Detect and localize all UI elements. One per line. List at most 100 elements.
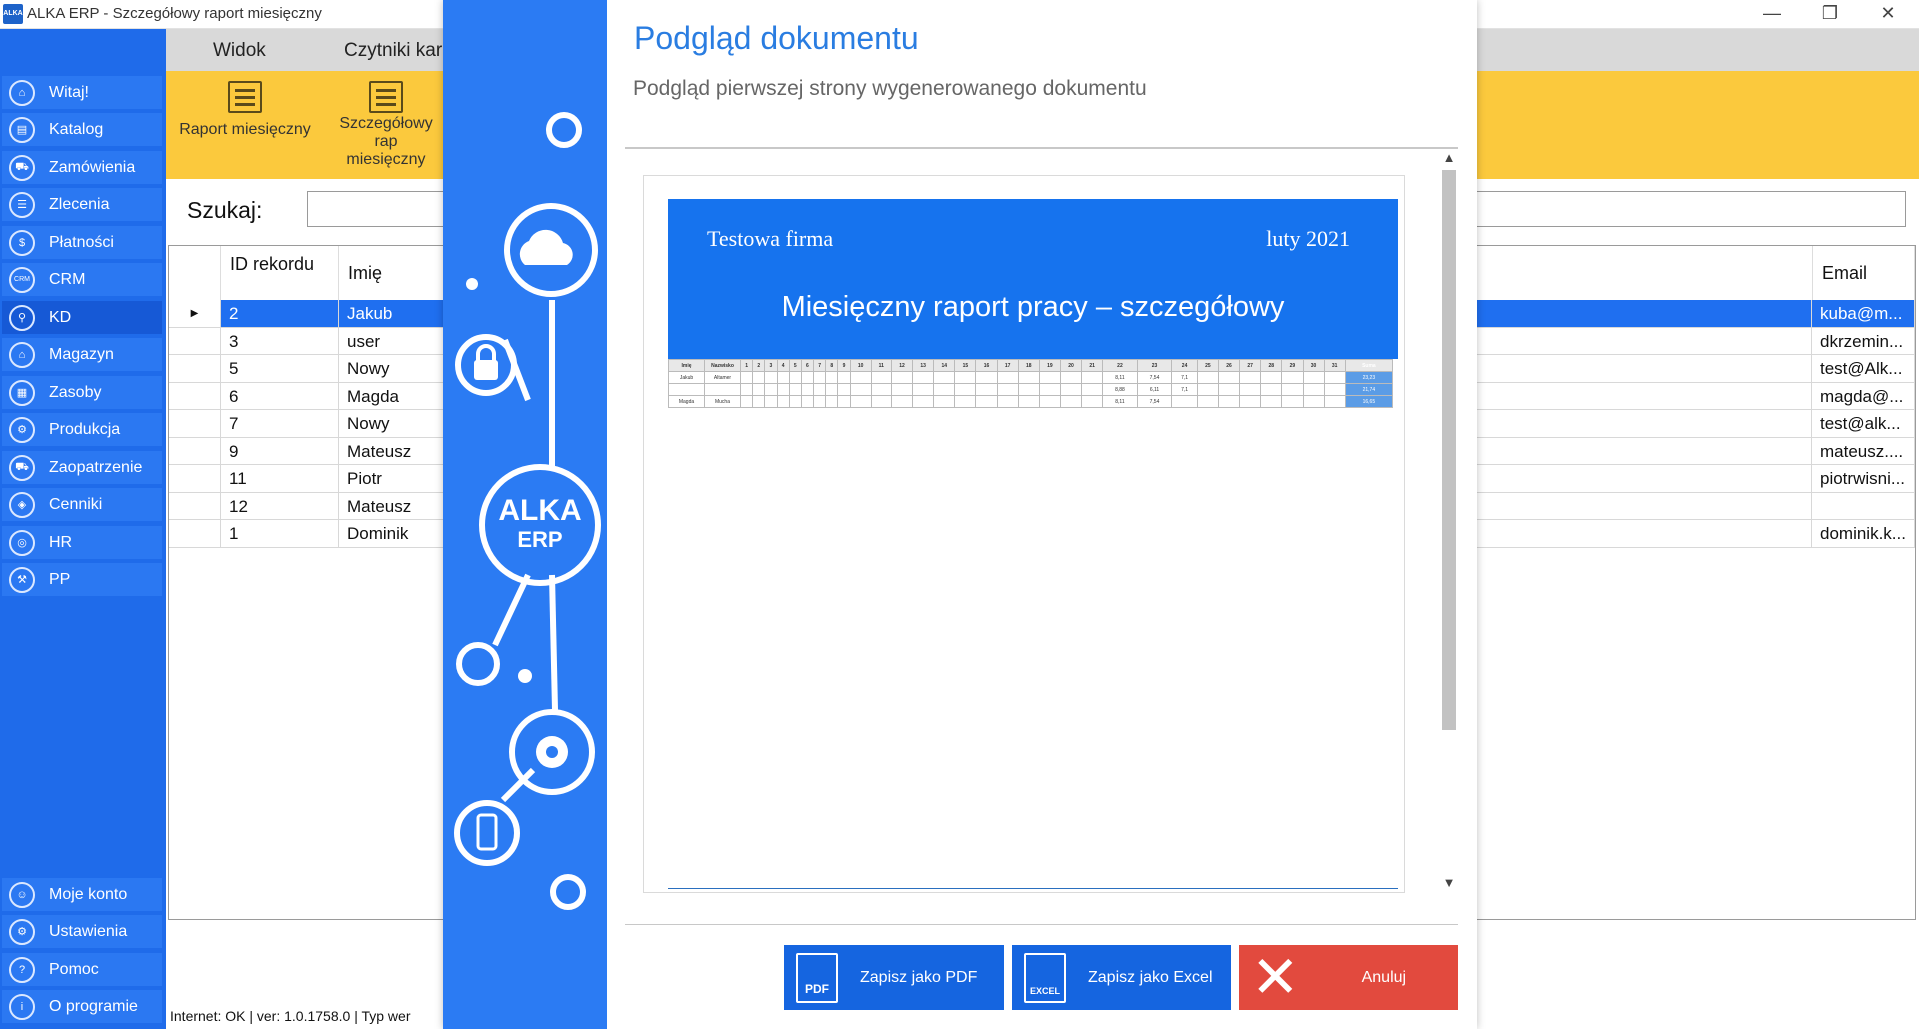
document-table-cell [975,395,998,408]
cell-email[interactable]: dominik.k... [1812,520,1915,547]
sidebar-item-katalog[interactable]: ▤ Katalog [2,113,162,146]
cell-email[interactable]: test@alk... [1812,410,1915,437]
sidebar-item-zasoby[interactable]: ▦ Zasoby [2,376,162,409]
sidebar-item-crm[interactable]: CRM CRM [2,263,162,296]
cell-id[interactable]: 5 [221,355,339,382]
tab-widok[interactable]: Widok [213,40,266,62]
sidebar-item-platnosci[interactable]: $ Płatności [2,226,162,259]
cell-id[interactable]: 11 [221,465,339,492]
cell-id[interactable]: 2 [221,300,339,327]
close-button[interactable]: ✕ [1859,0,1917,29]
document-table-cell: 8,88 [1102,383,1138,396]
sidebar-item-kd[interactable]: ⚲ KD [2,301,162,334]
sidebar-item-zlecenia[interactable]: ☰ Zlecenia [2,188,162,221]
document-company: Testowa firma [707,226,834,251]
cell-email[interactable]: mateusz.... [1812,437,1915,464]
sidebar-item-label: HR [49,533,73,551]
column-header-id[interactable]: ID rekordu [221,246,339,300]
tab-czytniki-kart[interactable]: Czytniki kar [344,40,442,62]
document-table-cell [776,383,790,396]
minimize-button[interactable]: — [1743,0,1801,29]
document-table-cell [788,395,802,408]
column-header-name[interactable]: Imię [339,246,459,300]
document-table-cell [739,395,754,408]
cell-email[interactable]: dkrzemin... [1812,327,1915,354]
document-preview[interactable]: Testowa firma luty 2021 Miesięczny rapor… [643,175,1405,893]
scroll-down-icon[interactable]: ▼ [1438,875,1460,890]
document-table-cell [1017,371,1040,384]
document-rule [668,888,1398,889]
sidebar-item-label: Witaj! [49,83,89,101]
sidebar-item-label: Ustawienia [49,922,128,940]
document-table-header-cell: 23 [1136,359,1173,372]
document-table-cell [788,383,802,396]
ribbon-button-label-line2: miesięczny [346,151,426,168]
cell-id[interactable]: 12 [221,492,339,519]
sidebar-item-o-programie[interactable]: i O programie [2,990,162,1023]
document-table-cell [813,395,827,408]
sidebar-item-hr[interactable]: ◎ HR [2,526,162,559]
cell-email[interactable]: kuba@m... [1812,300,1915,327]
scroll-thumb[interactable] [1442,170,1456,730]
truck-icon: ⛟ [9,454,35,481]
document-table-header-cell: 14 [933,359,956,372]
cell-id[interactable]: 6 [221,382,339,409]
document-table-cell [996,371,1019,384]
sidebar-item-witaj[interactable]: ⌂ Witaj! [2,76,162,109]
sidebar-item-produkcja[interactable]: ⚙ Produkcja [2,413,162,446]
cell-email[interactable]: test@Alk... [1812,355,1915,382]
document-table-header-cell: 4 [776,359,790,372]
document-table-cell [800,383,815,396]
row-pointer-icon: ▶ [169,300,221,327]
document-table-cell [825,395,839,408]
maximize-button[interactable]: ❐ [1801,0,1859,29]
cell-email[interactable]: piotrwisni... [1812,465,1915,492]
scroll-up-icon[interactable]: ▲ [1438,150,1460,165]
document-table-cell: Jakub [668,371,705,384]
document-table-cell [825,371,839,384]
sidebar-item-pp[interactable]: ⚒ PP [2,563,162,596]
document-table-header-cell: 25 [1196,359,1220,372]
tag-icon: ◈ [9,491,35,518]
excel-file-icon: EXCEL [1024,952,1066,1003]
monthly-report-button[interactable]: Raport miesięczny [174,71,316,139]
sidebar-item-ustawienia[interactable]: ⚙ Ustawienia [2,915,162,948]
document-table-cell [870,395,892,408]
column-header-email[interactable]: Email [1812,246,1915,300]
sidebar-item-label: Płatności [49,233,114,251]
document-table-cell [1196,371,1220,384]
cell-id[interactable]: 9 [221,437,339,464]
sidebar-item-label: Zlecenia [49,195,110,213]
sidebar-item-zaopatrzenie[interactable]: ⛟ Zaopatrzenie [2,451,162,484]
detailed-monthly-report-button[interactable]: Szczegółowy rap miesięczny [326,71,446,169]
cell-id[interactable]: 7 [221,410,339,437]
dialog-subtitle: Podgląd pierwszej strony wygenerowanego … [633,77,1147,100]
cell-id[interactable]: 3 [221,327,339,354]
document-table-cell [825,383,839,396]
cell-id[interactable]: 1 [221,520,339,547]
document-table-cell [764,371,778,384]
document-table-header-cell: Nazwisko [704,359,741,372]
cell-email[interactable] [1812,492,1915,519]
cell-email[interactable]: magda@... [1812,382,1915,409]
document-table-cell [849,371,872,384]
sidebar-item-pomoc[interactable]: ? Pomoc [2,953,162,986]
sidebar-item-magazyn[interactable]: ⌂ Magazyn [2,338,162,371]
document-table-header-cell: 9 [837,359,851,372]
sidebar-item-moje-konto[interactable]: ☺ Moje konto [2,878,162,911]
sidebar-item-label: CRM [49,270,86,288]
document-table-cell [975,383,998,396]
sidebar-item-cenniki[interactable]: ◈ Cenniki [2,488,162,521]
document-table-cell [776,395,790,408]
document-table-cell [837,371,851,384]
sidebar-item-zamowienia[interactable]: ⛟ Zamówienia [2,151,162,184]
document-table-cell [837,395,851,408]
document-table-row: 8,88 6,11 7,1 21,74 [668,383,1394,396]
save-excel-button[interactable]: EXCEL Zapisz jako Excel [1012,945,1231,1010]
window-title: ALKA ERP - Szczegółowy raport miesięczny [27,5,322,22]
preview-scrollbar[interactable]: ▲ ▼ [1438,150,1460,893]
save-pdf-button[interactable]: PDF Zapisz jako PDF [784,945,1004,1010]
document-table-cell [764,383,778,396]
cancel-button[interactable]: ✕ Anuluj [1239,945,1458,1010]
document-table-cell [933,383,956,396]
